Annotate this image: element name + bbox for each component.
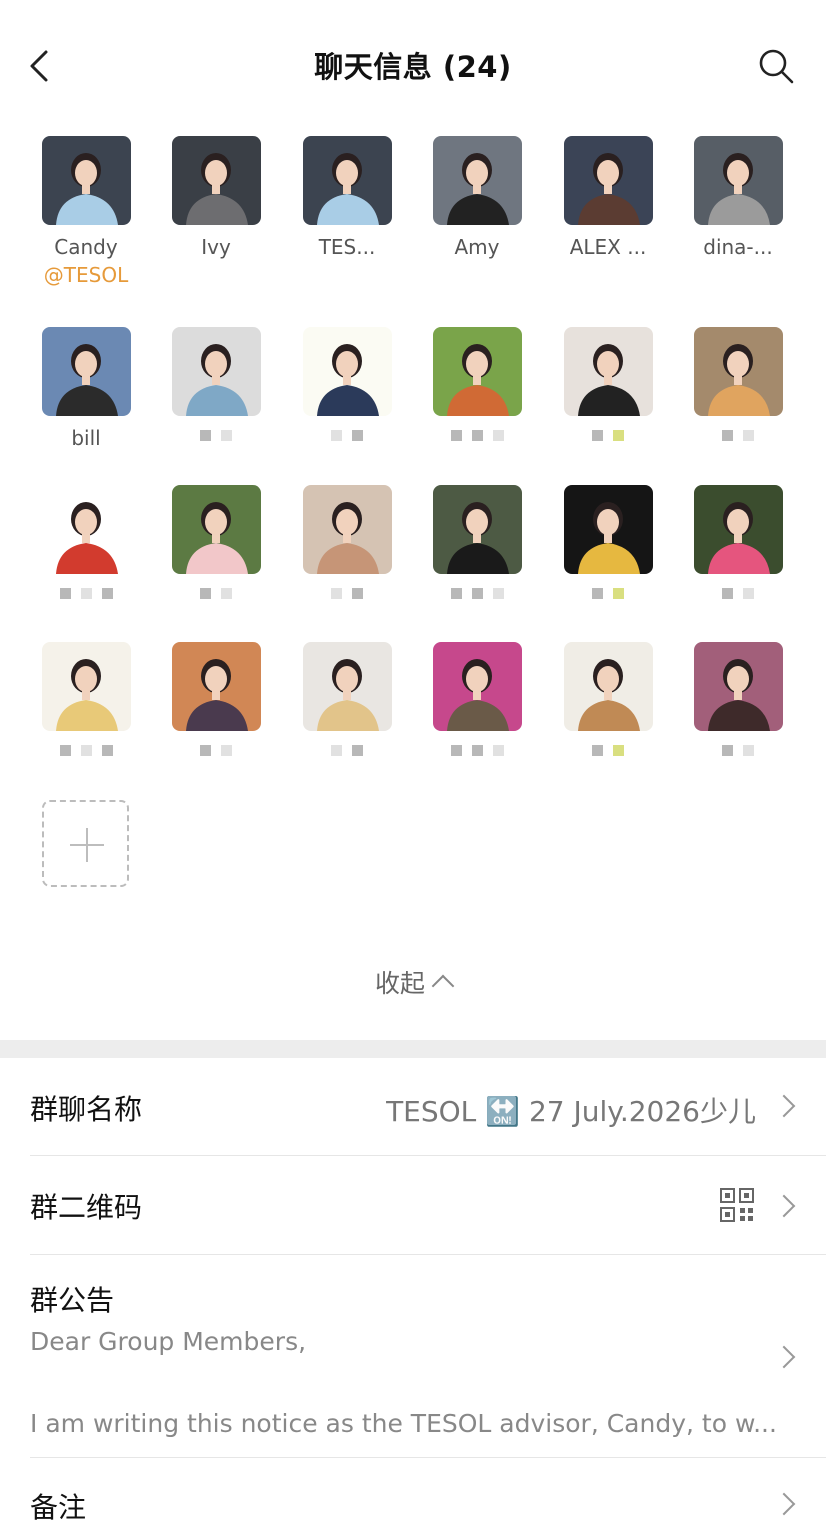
avatar — [563, 642, 653, 731]
pixelated-name — [673, 745, 803, 757]
member-item[interactable] — [543, 485, 673, 600]
avatar — [432, 485, 522, 574]
pixelated-name — [673, 588, 803, 600]
member-item[interactable] — [282, 642, 412, 757]
pixelated-name — [673, 430, 803, 442]
member-item[interactable] — [282, 327, 412, 442]
avatar — [302, 642, 392, 731]
member-item[interactable]: ALEX ... — [543, 136, 673, 259]
collapse-button[interactable]: 收起 — [0, 964, 826, 1000]
search-icon — [759, 49, 794, 84]
member-item[interactable]: Amy — [412, 136, 542, 259]
avatar — [171, 136, 261, 225]
avatar — [171, 327, 261, 416]
chevron-right-icon — [772, 1094, 796, 1118]
section-divider — [0, 1040, 826, 1058]
pixelated-name — [151, 745, 281, 757]
pixelated-name — [151, 430, 281, 442]
header-bar: 聊天信息 (24) — [0, 0, 826, 130]
pixelated-name — [412, 745, 542, 757]
avatar — [693, 327, 783, 416]
pixelated-name — [282, 430, 412, 442]
pixelated-name — [543, 588, 673, 600]
avatar — [171, 642, 261, 731]
remark-row[interactable]: 备注 — [0, 1458, 826, 1538]
pixelated-name — [21, 745, 151, 757]
member-item[interactable] — [412, 485, 542, 600]
avatar — [171, 485, 261, 574]
member-name: TES... — [318, 235, 376, 259]
pixelated-name — [21, 588, 151, 600]
avatar — [432, 327, 522, 416]
chevron-right-icon — [772, 1345, 796, 1369]
avatar — [563, 485, 653, 574]
pixelated-name — [412, 588, 542, 600]
avatar — [563, 136, 653, 225]
avatar — [563, 327, 653, 416]
avatar — [432, 642, 522, 731]
member-name: ALEX ... — [569, 235, 647, 259]
avatar — [693, 136, 783, 225]
member-tag: @TESOL — [43, 263, 129, 287]
notice-line-1: Dear Group Members, — [30, 1327, 307, 1356]
member-item[interactable] — [282, 485, 412, 600]
avatar — [302, 136, 392, 225]
group-notice-row[interactable]: 群公告 Dear Group Members, I am writing thi… — [0, 1255, 826, 1457]
page-title: 聊天信息 (24) — [314, 50, 512, 84]
avatar — [41, 642, 131, 731]
group-name-label: 群聊名称 — [30, 1093, 143, 1126]
group-name-row[interactable]: 群聊名称 TESOL 🔛 27 July.2026少儿 — [0, 1058, 826, 1155]
member-item[interactable] — [151, 327, 281, 442]
remark-label: 备注 — [30, 1491, 87, 1524]
avatar — [693, 485, 783, 574]
pixelated-name — [412, 430, 542, 442]
member-item[interactable] — [412, 327, 542, 442]
member-item[interactable] — [543, 327, 673, 442]
group-notice-label: 群公告 — [30, 1284, 115, 1317]
member-name: dina-... — [703, 235, 773, 259]
pixelated-name — [282, 745, 412, 757]
group-name-value: TESOL 🔛 27 July.2026少儿 — [386, 1095, 756, 1128]
avatar — [302, 327, 392, 416]
member-item[interactable] — [151, 642, 281, 757]
member-name: Candy — [54, 235, 118, 259]
notice-line-2: I am writing this notice as the TESOL ad… — [30, 1409, 777, 1438]
member-item[interactable] — [673, 327, 803, 442]
member-item[interactable] — [673, 485, 803, 600]
avatar — [302, 485, 392, 574]
chevron-right-icon — [772, 1492, 796, 1516]
add-member-button[interactable] — [42, 800, 129, 887]
pixelated-name — [543, 430, 673, 442]
group-qr-row[interactable]: 群二维码 — [0, 1156, 826, 1254]
member-item[interactable]: Ivy — [151, 136, 281, 259]
qr-code-icon — [720, 1188, 754, 1222]
member-item[interactable] — [412, 642, 542, 757]
avatar — [41, 327, 131, 416]
avatar — [693, 642, 783, 731]
member-item[interactable]: Candy @TESOL — [21, 136, 151, 287]
search-button[interactable] — [754, 44, 798, 88]
member-item[interactable]: dina-... — [673, 136, 803, 259]
member-name: bill — [71, 426, 101, 450]
pixelated-name — [543, 745, 673, 757]
member-name: Ivy — [201, 235, 231, 259]
member-name: Amy — [454, 235, 500, 259]
member-item[interactable] — [151, 485, 281, 600]
member-item[interactable]: TES... — [282, 136, 412, 259]
avatar — [41, 485, 131, 574]
chevron-right-icon — [772, 1194, 796, 1218]
member-item[interactable] — [21, 642, 151, 757]
chevron-up-icon — [431, 974, 455, 998]
group-qr-label: 群二维码 — [30, 1191, 143, 1224]
member-item[interactable] — [21, 485, 151, 600]
collapse-label: 收起 — [374, 969, 425, 998]
avatar — [41, 136, 131, 225]
pixelated-name — [282, 588, 412, 600]
avatar — [432, 136, 522, 225]
pixelated-name — [151, 588, 281, 600]
member-item[interactable] — [543, 642, 673, 757]
member-item[interactable] — [673, 642, 803, 757]
member-item[interactable]: bill — [21, 327, 151, 450]
